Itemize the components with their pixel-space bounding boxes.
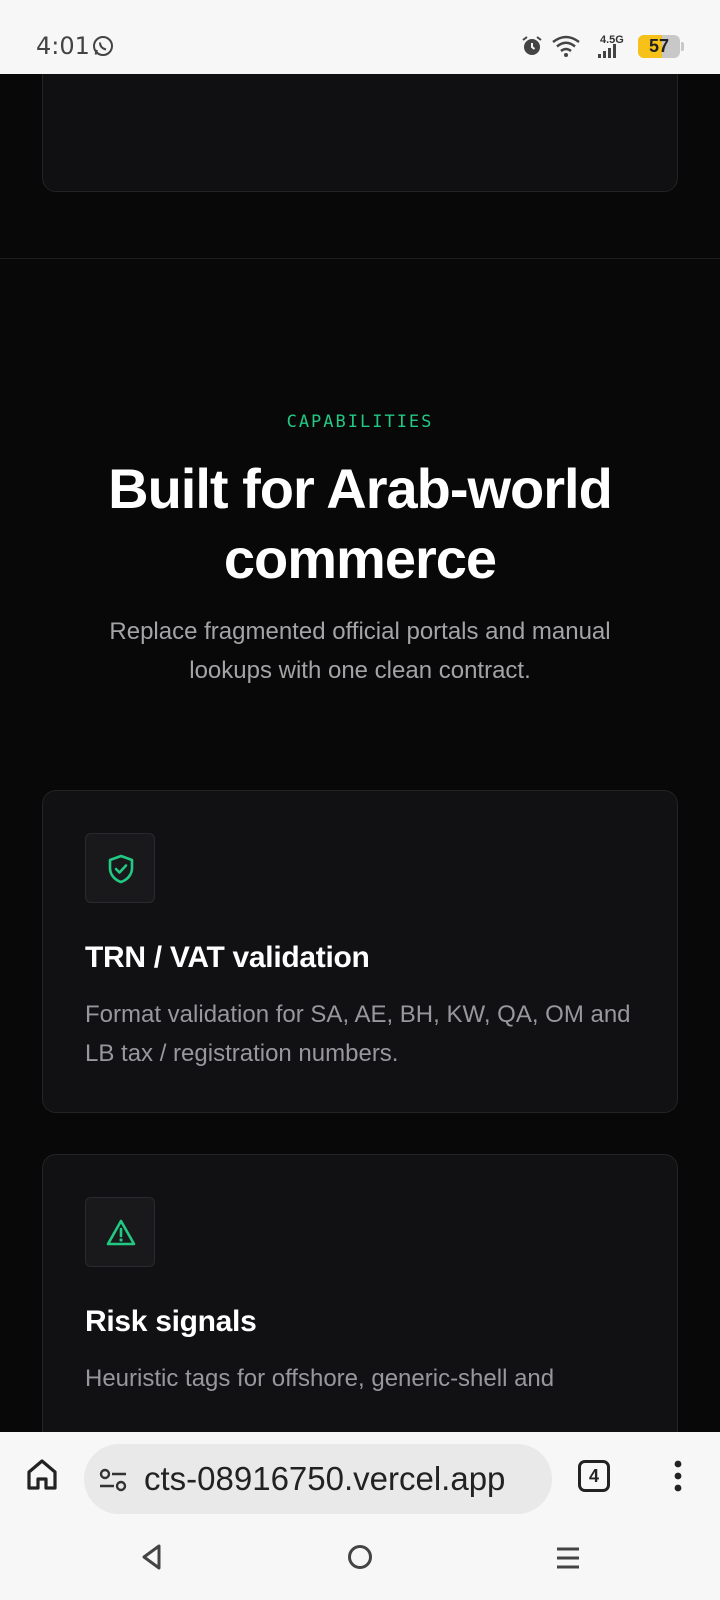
system-navigation — [0, 1528, 720, 1600]
previous-card — [42, 74, 678, 192]
url-text[interactable]: cts-08916750.vercel.app — [144, 1444, 544, 1514]
more-vert-icon[interactable] — [664, 1454, 692, 1498]
feature-title: TRN / VAT validation — [85, 941, 370, 974]
status-time: 4:01 — [36, 32, 90, 60]
whatsapp-icon — [93, 36, 113, 56]
battery-nub — [681, 42, 684, 51]
url-bar[interactable]: cts-08916750.vercel.app — [84, 1444, 552, 1514]
section-subhead: Replace fragmented official portals and … — [109, 618, 611, 684]
warning-triangle-icon — [106, 1219, 136, 1246]
back-icon[interactable] — [138, 1542, 166, 1572]
battery-level: 57 — [648, 36, 670, 56]
wifi-icon — [552, 35, 580, 57]
feature-card-risk-signals: Risk signals Heuristic tags for offshore… — [42, 1154, 678, 1432]
feature-description: Heuristic tags for offshore, generic-she… — [85, 1365, 555, 1392]
alarm-icon — [522, 36, 542, 55]
feature-icon-box — [85, 833, 155, 903]
feature-card-trn-vat: TRN / VAT validation Format validation f… — [42, 790, 678, 1113]
web-content[interactable]: CAPABILITIES Built for Arab-world commer… — [0, 74, 720, 1432]
home-circle-icon[interactable] — [346, 1542, 374, 1572]
feature-title: Risk signals — [85, 1305, 257, 1338]
feature-icon-box — [85, 1197, 155, 1267]
tabs-icon[interactable]: 4 — [578, 1460, 610, 1492]
section-eyebrow: CAPABILITIES — [286, 412, 434, 432]
status-bar: 4:01 4.5G 57 — [0, 0, 720, 74]
section-divider — [0, 258, 720, 259]
feature-description: Format validation for SA, AE, BH, KW, QA… — [85, 1001, 631, 1067]
recents-icon[interactable] — [554, 1544, 582, 1572]
home-icon[interactable] — [22, 1454, 62, 1494]
signal-icon — [598, 44, 616, 58]
battery-icon: 57 — [638, 35, 680, 58]
shield-check-icon — [108, 854, 134, 884]
browser-toolbar: cts-08916750.vercel.app 4 — [0, 1432, 720, 1528]
section-headline: Built for Arab-world commerce — [108, 457, 613, 590]
site-settings-icon[interactable] — [98, 1466, 128, 1494]
